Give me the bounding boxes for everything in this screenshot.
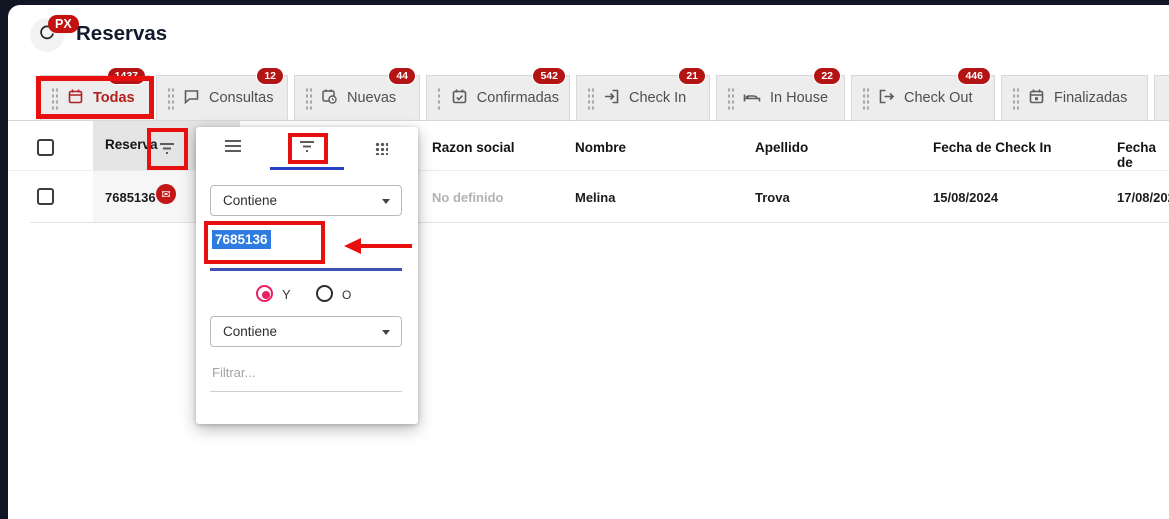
popup-tab-menu[interactable] — [196, 127, 270, 169]
chevron-down-icon — [382, 199, 390, 204]
page-title: Reservas — [76, 22, 167, 46]
tab-count-badge: 22 — [813, 67, 841, 85]
drag-handle-icon[interactable] — [305, 86, 312, 110]
column-header-nombre[interactable]: Nombre — [575, 140, 626, 155]
operator-select-1-value: Contiene — [223, 193, 277, 208]
annotation-box-filter-input — [204, 221, 325, 264]
tab-in-house[interactable]: In House 22 — [716, 75, 845, 121]
tab-label: Nuevas — [347, 90, 396, 106]
annotation-box-column-filter — [147, 128, 188, 170]
annotation-box-popup-filter-tab — [288, 133, 328, 164]
operator-select-1[interactable]: Contiene — [210, 185, 402, 216]
drag-handle-icon[interactable] — [437, 86, 442, 110]
drag-handle-icon[interactable] — [1012, 86, 1019, 110]
tab-label: Confirmadas — [477, 90, 559, 106]
calendar-check-icon — [451, 88, 468, 109]
grid-icon — [374, 141, 388, 155]
cell-reserva[interactable]: 7685136 — [105, 190, 156, 205]
app-window: PX Reservas Todas 1437 Consultas 12 Nuev… — [0, 0, 1169, 519]
radio-or-label: O — [342, 288, 351, 302]
second-input-underline — [210, 391, 402, 392]
tab-check-in[interactable]: Check In 21 — [576, 75, 710, 121]
tab-check-out[interactable]: Check Out 446 — [851, 75, 995, 121]
chat-icon — [183, 88, 200, 109]
select-all-checkbox[interactable] — [37, 139, 54, 156]
tab-label: Consultas — [209, 90, 273, 106]
tab-label: Check In — [629, 90, 686, 106]
operator-select-2[interactable]: Contiene — [210, 316, 402, 347]
tab-finalizadas[interactable]: Finalizadas — [1001, 75, 1148, 121]
login-icon — [603, 88, 620, 109]
filter-popup: Contiene 7685136 Y O Contiene Filtrar... — [196, 127, 418, 424]
second-filter-input[interactable]: Filtrar... — [212, 365, 255, 380]
cell-nombre: Melina — [575, 190, 615, 205]
px-badge: PX — [48, 15, 79, 33]
annotation-arrow — [360, 244, 412, 248]
tab-count-badge: 446 — [957, 67, 991, 85]
tab-confirmadas[interactable]: Confirmadas 542 — [426, 75, 570, 121]
popup-tab-columns[interactable] — [344, 127, 418, 169]
tab-count-badge: 21 — [678, 67, 706, 85]
drag-handle-icon[interactable] — [587, 86, 594, 110]
cell-fecha-check-in: 15/08/2024 — [933, 190, 998, 205]
tab-label: In House — [770, 90, 828, 106]
cell-razon-social: No definido — [432, 190, 504, 205]
column-header-fecha-check-out[interactable]: Fecha de — [1117, 140, 1169, 170]
radio-and[interactable] — [256, 285, 273, 302]
calendar-clock-icon — [321, 88, 338, 109]
drag-handle-icon[interactable] — [862, 86, 869, 110]
row-checkbox[interactable] — [37, 188, 54, 205]
email-badge[interactable]: ✉ — [156, 184, 176, 204]
radio-and-label: Y — [282, 287, 291, 302]
envelope-icon: ✉ — [161, 188, 170, 201]
tab-count-badge: 542 — [532, 67, 566, 85]
tab-consultas[interactable]: Consultas 12 — [156, 75, 288, 121]
active-tab-indicator — [270, 167, 344, 170]
tab-label: Check Out — [904, 90, 973, 106]
column-header-apellido[interactable]: Apellido — [755, 140, 808, 155]
chevron-down-icon — [382, 330, 390, 335]
input-focus-underline — [210, 268, 402, 271]
annotation-arrow-head — [344, 238, 361, 254]
cell-apellido: Trova — [755, 190, 790, 205]
column-header-fecha-check-in[interactable]: Fecha de Check In — [933, 140, 1052, 155]
tab-label: Finalizadas — [1054, 90, 1127, 106]
tab-count-badge: 44 — [388, 67, 416, 85]
drag-handle-icon[interactable] — [167, 86, 174, 110]
tab-count-badge: 12 — [256, 67, 284, 85]
tab-partial[interactable] — [1154, 75, 1169, 121]
logout-icon — [878, 88, 895, 109]
column-header-razon-social[interactable]: Razon social — [432, 140, 515, 155]
radio-selected-dot — [262, 291, 270, 299]
calendar-event-icon — [1028, 88, 1045, 109]
annotation-box-todas — [36, 76, 154, 119]
radio-or[interactable] — [316, 285, 333, 302]
drag-handle-icon[interactable] — [727, 86, 734, 110]
operator-select-2-value: Contiene — [223, 324, 277, 339]
tab-nuevas[interactable]: Nuevas 44 — [294, 75, 420, 121]
cell-fecha-check-out: 17/08/202 — [1117, 190, 1169, 205]
menu-icon — [223, 138, 243, 159]
bed-icon — [743, 88, 761, 109]
